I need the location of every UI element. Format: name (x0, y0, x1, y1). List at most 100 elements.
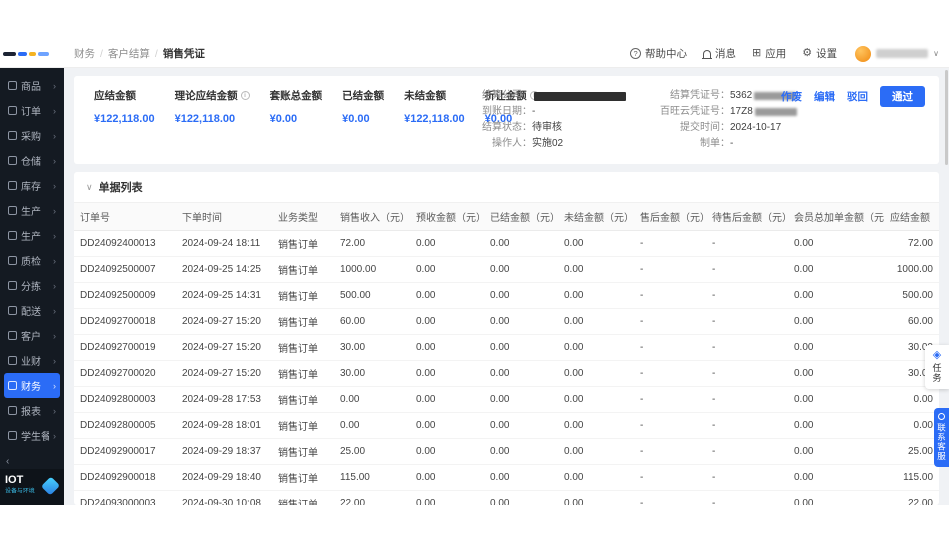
breadcrumb-finance[interactable]: 财务 (74, 46, 95, 61)
table-row[interactable]: DD240930000032024-09-30 10:08销售订单22.000.… (74, 491, 939, 506)
chevron-right-icon: › (53, 206, 56, 216)
help-icon: ? (630, 48, 641, 59)
cell-unsettled-amount: 0.00 (558, 491, 634, 506)
table-row[interactable]: DD240928000032024-09-28 17:53销售订单0.000.0… (74, 387, 939, 413)
section-header[interactable]: ∨ 单据列表 (74, 172, 939, 203)
edit-button[interactable]: 编辑 (814, 89, 835, 104)
cell-member-add-amount: 0.00 (788, 309, 884, 335)
approve-button[interactable]: 通过 (880, 86, 925, 107)
task-float-button[interactable]: ◈ 任务 (925, 345, 949, 389)
summary-amount-value: ¥122,118.00 (94, 113, 155, 125)
sidebar-item-label: 采购 (21, 128, 49, 143)
sidebar-item-label: 质检 (21, 253, 49, 268)
cell-unsettled-amount: 0.00 (558, 361, 634, 387)
info-label: 结算状态： (458, 120, 532, 136)
sidebar-item-11[interactable]: 客户› (4, 323, 60, 348)
apps-button[interactable]: ⊞ 应用 (752, 46, 786, 61)
cell-order-no: DD24092800003 (74, 387, 176, 413)
caret-down-icon: ∨ (86, 182, 93, 193)
apps-label: 应用 (765, 46, 786, 61)
collapse-sidebar-icon[interactable]: ‹ (0, 454, 64, 469)
sidebar-item-5[interactable]: 库存› (4, 173, 60, 198)
sidebar-item-8[interactable]: 质检› (4, 248, 60, 273)
avatar (855, 46, 871, 62)
table-row[interactable]: DD240927000202024-09-27 15:20销售订单30.000.… (74, 361, 939, 387)
iot-logo-icon (41, 476, 60, 495)
cell-biz-type: 销售订单 (272, 387, 334, 413)
cell-settled-amount: 0.00 (484, 335, 558, 361)
support-label: 联系客服 (936, 423, 948, 461)
table-row[interactable]: DD240925000092024-09-25 14:31销售订单500.000… (74, 283, 939, 309)
cell-sales-income: 30.00 (334, 361, 410, 387)
sidebar-item-12[interactable]: 业财› (4, 348, 60, 373)
table-row[interactable]: DD240928000052024-09-28 18:01销售订单0.000.0… (74, 413, 939, 439)
cell-order-time: 2024-09-25 14:31 (176, 283, 272, 309)
menu-item-icon (8, 181, 17, 190)
column-label: 售后金额（元） (640, 213, 706, 224)
info-value: - (730, 136, 733, 152)
help-center-button[interactable]: ? 帮助中心 (630, 46, 687, 61)
sidebar-item-9[interactable]: 分拣› (4, 273, 60, 298)
chevron-right-icon: › (53, 281, 56, 291)
redacted-value (755, 108, 797, 116)
cell-payable-amount: 500.00 (884, 283, 939, 309)
summary-actions: 作废编辑驳回通过 (781, 86, 925, 107)
table-row[interactable]: DD240929000172024-09-29 18:37销售订单25.000.… (74, 439, 939, 465)
cell-sales-income: 115.00 (334, 465, 410, 491)
cell-sales-income: 500.00 (334, 283, 410, 309)
info-field: 制单：- (646, 136, 866, 152)
column-label: 已结金额（元） (490, 213, 558, 224)
screen: 财务 / 客户结算 / 销售凭证 ? 帮助中心 消息 ⊞ 应用 (0, 0, 949, 548)
brand-logo (0, 52, 64, 56)
table-row[interactable]: DD240925000072024-09-25 14:25销售订单1000.00… (74, 257, 939, 283)
info-icon[interactable] (241, 91, 250, 100)
cell-member-add-amount: 0.00 (788, 491, 884, 506)
messages-button[interactable]: 消息 (703, 46, 736, 61)
summary-amount: 未结金额¥122,118.00 (404, 88, 465, 154)
cell-biz-type: 销售订单 (272, 413, 334, 439)
sidebar: 商品›订单›采购›仓储›库存›生产›生产›质检›分拣›配送›客户›业财›财务›报… (0, 68, 64, 505)
user-menu[interactable]: ∨ (855, 46, 939, 62)
cell-pending-aftersale-amount: - (706, 439, 788, 465)
cell-payable-amount: 1000.00 (884, 257, 939, 283)
menu-item-icon (8, 256, 17, 265)
breadcrumb-current-page: 销售凭证 (163, 46, 205, 61)
sidebar-item-1[interactable]: 商品› (4, 73, 60, 98)
cell-settled-amount: 0.00 (484, 465, 558, 491)
cell-pending-aftersale-amount: - (706, 309, 788, 335)
contact-support-tab[interactable]: 联系客服 (934, 408, 949, 467)
column-label: 应结金额 (890, 213, 930, 224)
void-button[interactable]: 作废 (781, 89, 802, 104)
sidebar-item-10[interactable]: 配送› (4, 298, 60, 323)
sidebar-item-2[interactable]: 订单› (4, 98, 60, 123)
chevron-right-icon: › (53, 431, 56, 441)
chevron-right-icon: › (53, 181, 56, 191)
sidebar-item-label: 学生餐 (21, 428, 49, 443)
reject-button[interactable]: 驳回 (847, 89, 868, 104)
cell-sales-income: 0.00 (334, 413, 410, 439)
sidebar-item-7[interactable]: 生产› (4, 223, 60, 248)
settings-button[interactable]: ⚙ 设置 (802, 46, 837, 61)
table-row[interactable]: DD240927000182024-09-27 15:20销售订单60.000.… (74, 309, 939, 335)
column-header-member-add-amount: 会员总加单金额（元） (788, 203, 884, 231)
sidebar-item-13[interactable]: 财务› (4, 373, 60, 398)
settlement-info-left: 结算公司：到账日期：-结算状态：待审核操作人：实施02 (458, 86, 640, 154)
breadcrumb-customer-settlement[interactable]: 客户结算 (108, 46, 150, 61)
table-row[interactable]: DD240927000192024-09-27 15:20销售订单30.000.… (74, 335, 939, 361)
main-content: 应结金额¥122,118.00理论应结金额¥122,118.00套账总金额¥0.… (64, 68, 949, 505)
sidebar-item-14[interactable]: 报表› (4, 398, 60, 423)
scrollbar[interactable] (945, 70, 948, 165)
cell-payable-amount: 22.00 (884, 491, 939, 506)
summary-amount-value: ¥122,118.00 (404, 113, 465, 125)
column-header-unsettled-amount: 未结金额（元） (558, 203, 634, 231)
table-row[interactable]: DD240929000182024-09-29 18:40销售订单115.000… (74, 465, 939, 491)
cell-prepaid-amount: 0.00 (410, 231, 484, 257)
table-row[interactable]: DD240924000132024-09-24 18:11销售订单72.000.… (74, 231, 939, 257)
redacted-value (534, 92, 626, 101)
sidebar-item-3[interactable]: 采购› (4, 123, 60, 148)
cell-settled-amount: 0.00 (484, 439, 558, 465)
cell-biz-type: 销售订单 (272, 335, 334, 361)
sidebar-item-6[interactable]: 生产› (4, 198, 60, 223)
sidebar-item-4[interactable]: 仓储› (4, 148, 60, 173)
sidebar-item-15[interactable]: 学生餐 › (4, 423, 60, 448)
